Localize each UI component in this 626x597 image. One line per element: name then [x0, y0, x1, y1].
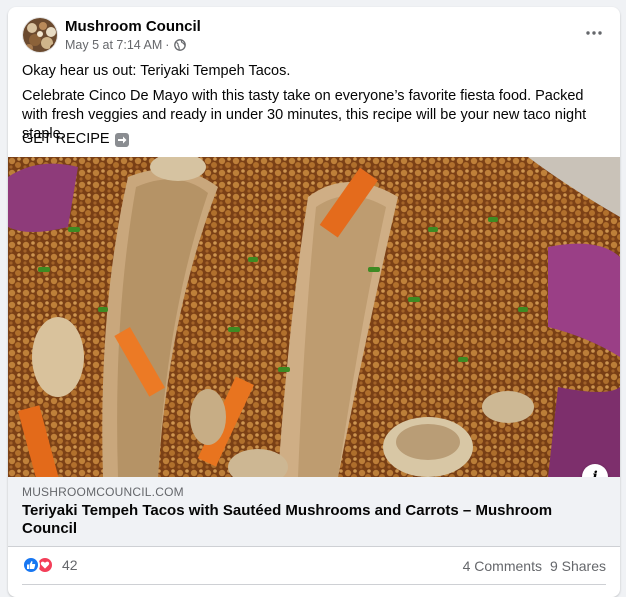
get-recipe-text: GET RECIPE	[22, 131, 110, 147]
engagement-counts: 4 Comments 9 Shares	[463, 558, 606, 574]
reaction-count: 42	[62, 557, 78, 573]
engagement-bar: 42 4 Comments 9 Shares	[8, 547, 620, 585]
avatar[interactable]	[22, 17, 58, 53]
post-timestamp[interactable]: May 5 at 7:14 AM	[65, 38, 162, 52]
get-recipe-line: GET RECIPE	[22, 130, 606, 149]
shares-count[interactable]: 9 Shares	[550, 558, 606, 574]
link-title[interactable]: Teriyaki Tempeh Tacos with Sautéed Mushr…	[22, 502, 582, 538]
like-icon	[22, 556, 40, 574]
more-options-icon[interactable]	[582, 23, 606, 43]
link-domain: MUSHROOMCOUNCIL.COM	[22, 485, 184, 499]
reactions-summary[interactable]: 42	[22, 556, 78, 574]
globe-icon	[174, 39, 187, 51]
post-meta: May 5 at 7:14 AM ·	[65, 38, 187, 52]
page-name[interactable]: Mushroom Council	[65, 18, 201, 35]
comments-count[interactable]: 4 Comments	[463, 558, 542, 574]
post-text-headline: Okay hear us out: Teriyaki Tempeh Tacos.	[22, 63, 291, 79]
post-header: Mushroom Council May 5 at 7:14 AM ·	[8, 7, 620, 59]
divider	[22, 584, 606, 585]
post-card: Mushroom Council May 5 at 7:14 AM · Okay…	[8, 7, 620, 597]
meta-separator: ·	[165, 38, 170, 52]
right-arrow-emoji-icon	[114, 132, 129, 147]
link-preview-image[interactable]	[8, 157, 620, 477]
link-preview[interactable]: MUSHROOMCOUNCIL.COM Teriyaki Tempeh Taco…	[8, 477, 620, 547]
